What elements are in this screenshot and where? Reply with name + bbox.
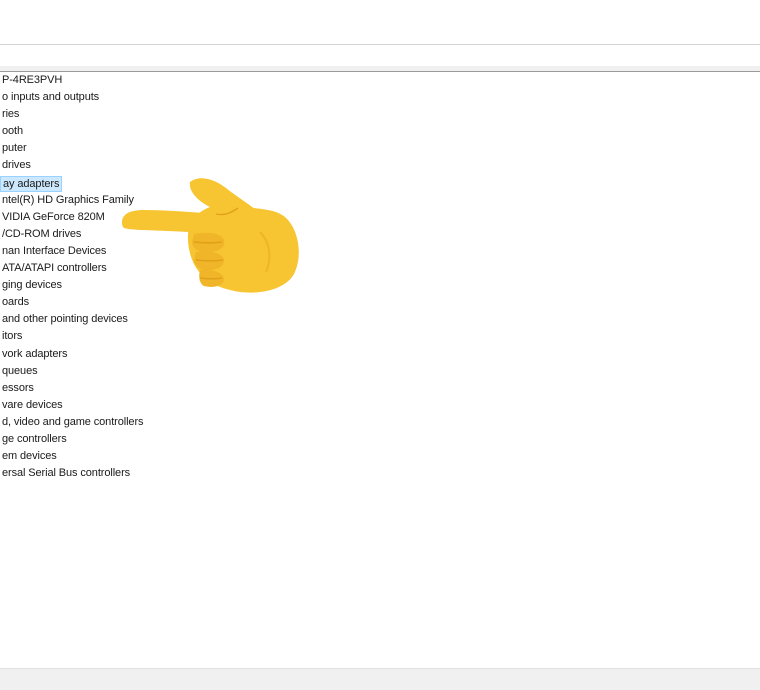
tree-item-storage-controllers[interactable]: ge controllers	[0, 431, 760, 448]
tree-item-label: puter	[2, 142, 27, 155]
tree-item-processors[interactable]: essors	[0, 380, 760, 397]
tree-item-disk-drives[interactable]: drives	[0, 157, 760, 174]
tree-item-usb-controllers[interactable]: ersal Serial Bus controllers	[0, 465, 760, 482]
tree-item-network-adapters[interactable]: vork adapters	[0, 346, 760, 363]
tree-item-imaging-devices[interactable]: ging devices	[0, 277, 760, 294]
tree-item-bluetooth[interactable]: ooth	[0, 123, 760, 140]
tree-item-label: queues	[2, 364, 38, 377]
tree-item-label: d, video and game controllers	[2, 415, 144, 428]
header-strip	[0, 45, 760, 66]
device-tree-list: P-4RE3PVH o inputs and outputs ries ooth…	[0, 72, 760, 482]
tree-item-computer[interactable]: P-4RE3PVH	[0, 72, 760, 89]
status-bar	[0, 668, 760, 690]
tree-item-print-queues[interactable]: queues	[0, 363, 760, 380]
tree-item-label: P-4RE3PVH	[2, 74, 63, 86]
tree-item-dvd-cdrom-drives[interactable]: /CD-ROM drives	[0, 226, 760, 243]
tree-item-display-adapters[interactable]: ay adapters	[0, 175, 760, 192]
tree-item-label: VIDIA GeForce 820M	[2, 210, 105, 223]
tree-item-label: ries	[2, 108, 20, 121]
tree-item-audio-inputs-outputs[interactable]: o inputs and outputs	[0, 89, 760, 106]
tree-item-mice-pointing-devices[interactable]: and other pointing devices	[0, 311, 760, 328]
tree-item-label: oards	[2, 296, 30, 309]
tree-item-label: nan Interface Devices	[2, 244, 107, 257]
toolbar-area	[0, 0, 760, 44]
device-tree: P-4RE3PVH o inputs and outputs ries ooth…	[0, 72, 760, 668]
tree-item-nvidia-geforce[interactable]: VIDIA GeForce 820M	[0, 209, 760, 226]
tree-item-keyboards[interactable]: oards	[0, 294, 760, 311]
tree-item-label: ersal Serial Bus controllers	[2, 467, 131, 480]
tree-item-system-devices[interactable]: em devices	[0, 448, 760, 465]
tree-item-label: essors	[2, 381, 34, 394]
tree-item-intel-hd-graphics[interactable]: ntel(R) HD Graphics Family	[0, 192, 760, 209]
tree-item-label: em devices	[2, 450, 57, 463]
tree-item-sound-video-game[interactable]: d, video and game controllers	[0, 414, 760, 431]
tree-item-monitors[interactable]: itors	[0, 328, 760, 345]
tree-item-ide-ata-atapi[interactable]: ATA/ATAPI controllers	[0, 260, 760, 277]
tree-item-label: ge controllers	[2, 432, 67, 445]
tree-item-label: itors	[2, 330, 23, 343]
tree-item-batteries[interactable]: ries	[0, 106, 760, 123]
tree-item-label: /CD-ROM drives	[2, 227, 82, 240]
tree-item-label: and other pointing devices	[2, 313, 128, 326]
tree-item-label: drives	[2, 159, 31, 172]
tree-item-label: vare devices	[2, 398, 63, 411]
backhand-index-pointing-left-icon	[122, 178, 299, 293]
tree-item-label: ooth	[2, 125, 24, 138]
device-manager-window: P-4RE3PVH o inputs and outputs ries ooth…	[0, 0, 760, 690]
tree-item-human-interface-devices[interactable]: nan Interface Devices	[0, 243, 760, 260]
tree-item-label: ging devices	[2, 279, 62, 292]
tree-item-software-devices[interactable]: vare devices	[0, 397, 760, 414]
tree-item-computer-category[interactable]: puter	[0, 140, 760, 157]
tree-item-label: ntel(R) HD Graphics Family	[2, 193, 134, 206]
tree-item-label: ATA/ATAPI controllers	[2, 262, 107, 275]
tree-item-label: ay adapters	[0, 175, 63, 192]
tree-item-label: vork adapters	[2, 347, 68, 360]
tree-item-label: o inputs and outputs	[2, 91, 100, 104]
